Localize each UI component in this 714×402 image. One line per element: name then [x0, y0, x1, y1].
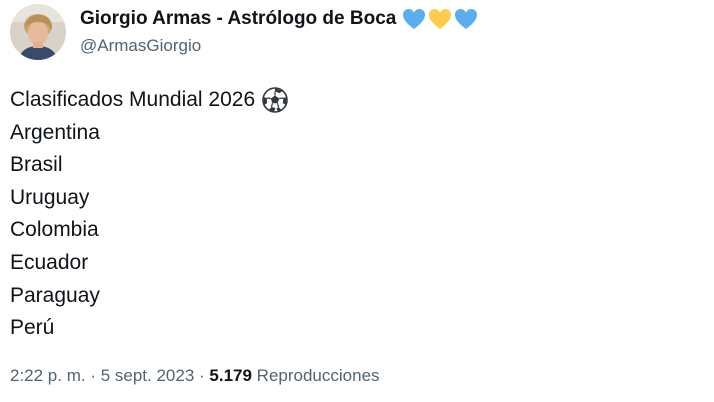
tweet: Giorgio Armas - Astrólogo de Boca @Armas… — [0, 0, 714, 402]
country-argentina: Argentina — [10, 120, 100, 144]
blue-heart-icon — [403, 9, 426, 29]
emoji-hearts — [402, 8, 478, 30]
author-handle[interactable]: @ArmasGiorgio — [80, 36, 478, 56]
display-name-row: Giorgio Armas - Astrólogo de Boca — [80, 6, 478, 32]
country-brasil: Brasil — [10, 153, 63, 177]
yellow-heart-icon — [429, 9, 452, 29]
avatar[interactable] — [10, 4, 66, 60]
views-count: 5.179 — [209, 366, 252, 385]
views-label: Reproducciones — [251, 366, 380, 385]
tweet-timestamp-link[interactable]: 2:22 p. m. · 5 sept. 2023 — [10, 366, 194, 385]
blue-heart-icon — [455, 9, 478, 29]
country-colombia: Colombia — [10, 218, 99, 242]
author-names: Giorgio Armas - Astrólogo de Boca @Armas… — [80, 6, 478, 56]
tweet-header: Giorgio Armas - Astrólogo de Boca @Armas… — [10, 4, 478, 60]
country-peru: Perú — [10, 316, 55, 340]
meta-separator: · — [194, 366, 210, 385]
soccer-ball-icon — [262, 87, 288, 114]
views-link[interactable]: 5.179 Reproducciones — [209, 366, 379, 385]
display-name[interactable]: Giorgio Armas - Astrólogo de Boca — [80, 8, 396, 30]
tweet-title-line: Clasificados Mundial 2026 — [10, 84, 288, 117]
tweet-meta: 2:22 p. m. · 5 sept. 2023 · 5.179 Reprod… — [10, 366, 380, 386]
tweet-title: Clasificados Mundial 2026 — [10, 88, 256, 111]
tweet-text: Clasificados Mundial 2026 Argentina Bras… — [10, 84, 288, 345]
country-paraguay: Paraguay — [10, 283, 100, 307]
tweet-time: 2:22 p. m. — [10, 366, 86, 385]
avatar-image — [10, 4, 66, 60]
country-ecuador: Ecuador — [10, 250, 89, 274]
meta-separator: · — [85, 366, 101, 385]
tweet-date: 5 sept. 2023 — [100, 366, 195, 385]
country-uruguay: Uruguay — [10, 185, 90, 209]
